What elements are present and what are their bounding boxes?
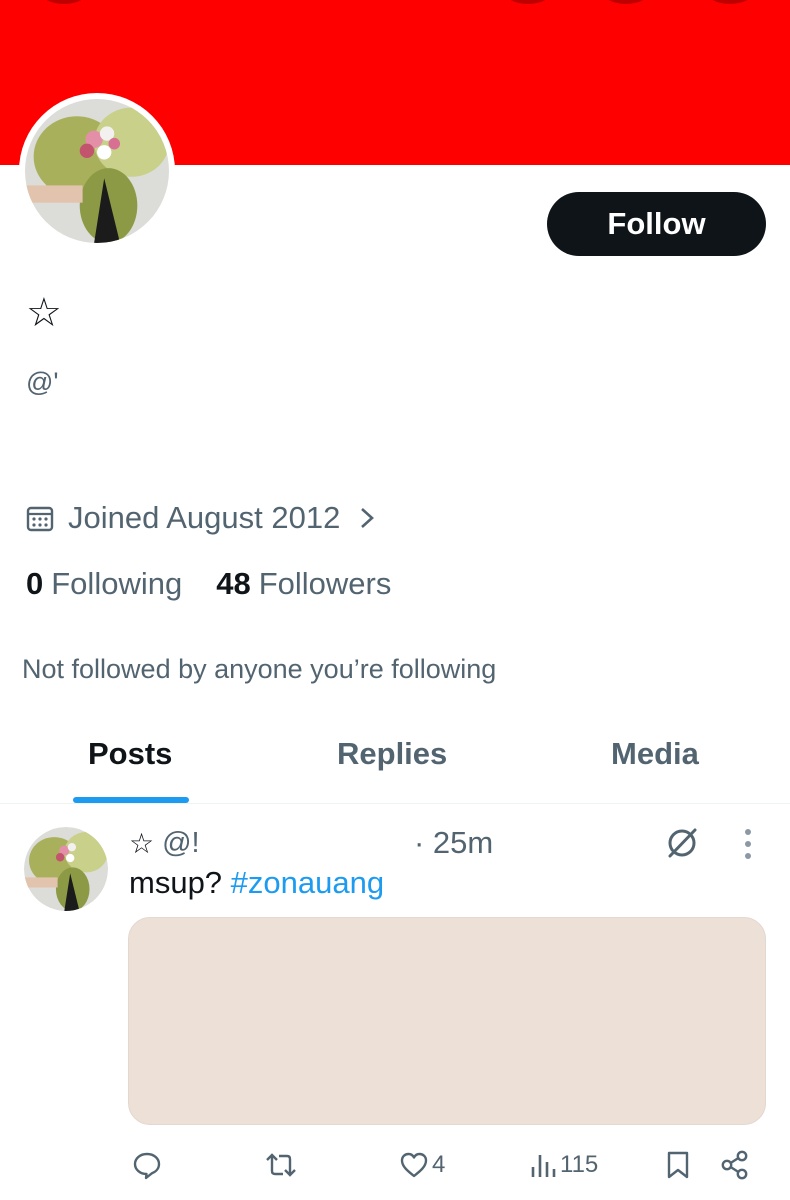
post-body: msup? xyxy=(129,865,231,900)
tab-media[interactable]: Media xyxy=(611,736,699,772)
joined-text: Joined August 2012 xyxy=(68,500,341,535)
avatar-bouquet-image xyxy=(25,99,169,243)
views-button[interactable]: 115 xyxy=(528,1145,598,1185)
post-avatar[interactable] xyxy=(24,827,108,911)
share-icon xyxy=(721,1150,748,1180)
not-followed-notice: Not followed by anyone you’re following xyxy=(22,654,497,684)
display-name: ☆ xyxy=(26,290,62,336)
avatar-bouquet-image xyxy=(24,827,108,911)
chevron-right-icon xyxy=(361,508,375,528)
tab-posts[interactable]: Posts xyxy=(88,736,172,772)
profile-handle: @' xyxy=(26,367,59,397)
views-icon xyxy=(531,1155,556,1177)
more-icon[interactable] xyxy=(740,827,756,861)
repost-icon xyxy=(266,1153,296,1177)
grok-icon[interactable] xyxy=(664,825,700,861)
banner-shape xyxy=(40,0,88,4)
following-count: 0 xyxy=(26,566,44,601)
followers-stat[interactable]: 48 Followers xyxy=(216,566,391,602)
active-tab-indicator xyxy=(73,797,189,803)
post-actions: 4 115 xyxy=(0,1145,790,1185)
follow-button[interactable]: Follow xyxy=(547,192,766,256)
calendar-icon xyxy=(26,506,54,532)
post-text: msup? #zonauang xyxy=(129,865,384,901)
followers-label: Followers xyxy=(258,566,392,601)
post-hashtag-link[interactable]: #zonauang xyxy=(231,865,384,900)
post-header: ☆ @! xyxy=(129,823,200,863)
profile-tabs: Posts Replies Media xyxy=(0,720,790,804)
tab-replies[interactable]: Replies xyxy=(337,736,447,772)
bookmark-icon xyxy=(667,1151,689,1179)
profile-avatar[interactable] xyxy=(19,93,175,249)
views-count: 115 xyxy=(560,1151,599,1178)
following-label: Following xyxy=(51,566,183,601)
banner-shape xyxy=(706,0,754,4)
post-item[interactable]: ☆ @! · 25m msup? #zonauang 4 115 xyxy=(0,805,790,1200)
banner-shape xyxy=(602,0,650,4)
repost-button[interactable] xyxy=(263,1145,299,1185)
reply-button[interactable] xyxy=(131,1145,163,1185)
reply-icon xyxy=(133,1152,161,1180)
bookmark-button[interactable] xyxy=(664,1145,692,1185)
followers-count: 48 xyxy=(216,566,251,601)
share-button[interactable] xyxy=(720,1145,750,1185)
post-author-name[interactable]: ☆ xyxy=(129,827,154,860)
like-icon xyxy=(400,1152,428,1178)
joined-date-row[interactable]: Joined August 2012 xyxy=(26,498,376,538)
following-stat[interactable]: 0 Following xyxy=(26,566,182,602)
like-count: 4 xyxy=(432,1151,446,1178)
follow-stats: 0 Following 48 Followers xyxy=(26,566,391,602)
post-media-placeholder[interactable] xyxy=(128,917,766,1125)
post-timestamp[interactable]: · 25m xyxy=(414,823,493,863)
like-button[interactable]: 4 xyxy=(398,1145,445,1185)
post-author-handle[interactable]: @! xyxy=(162,827,200,860)
banner-shape xyxy=(504,0,552,4)
